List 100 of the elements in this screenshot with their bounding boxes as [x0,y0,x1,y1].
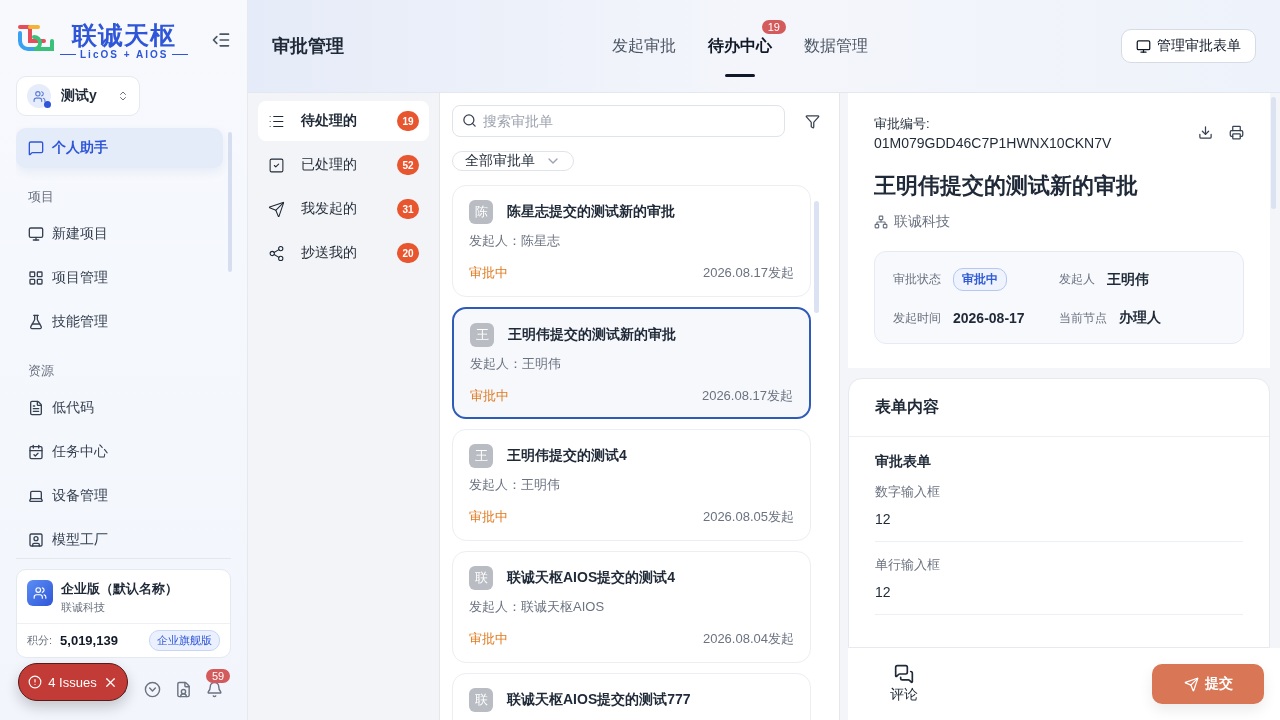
share-icon [268,244,285,262]
count-badge: 31 [397,199,419,219]
approval-card[interactable]: 王 王明伟提交的测试4 发起人：王明伟 审批中 2026.08.05发起 [452,429,811,541]
form-section-title: 审批表单 [875,453,932,471]
search-field[interactable]: 搜索审批单 [452,105,785,137]
count-badge: 19 [397,111,419,131]
filter-icon [804,113,820,129]
info-label: 审批状态 [893,271,941,288]
collapse-icon[interactable] [211,30,231,50]
download-icon[interactable] [1198,125,1213,140]
printer-icon[interactable] [1229,125,1244,140]
face-icon [28,532,44,548]
approval-card[interactable]: 联 联诚天枢AIOS提交的测试4 发起人：联诚天枢AIOS 审批中 2026.08.04发起 [452,551,811,663]
field-label: 数字输入框 [875,483,941,501]
card-title: 陈星志提交的测试新的审批 [507,203,675,221]
chevron-circle-icon[interactable] [144,680,161,698]
avatar: 陈 [469,200,493,224]
field-value: 12 [875,511,892,527]
nav-item[interactable]: 低代码 [16,388,223,428]
field-label: 单行输入框 [875,556,941,574]
nav-item[interactable]: 项目管理 [16,258,223,298]
manage-forms-button[interactable]: 管理审批表单 [1121,29,1256,63]
document-user-icon[interactable] [175,680,192,698]
calendar-icon [28,444,44,460]
date-text: 2026.08.17发起 [701,387,793,405]
nav-item[interactable]: 任务中心 [16,432,223,472]
field-value: 12 [875,584,892,600]
nav-item[interactable]: 新建项目 [16,214,223,254]
count-badge: 20 [397,243,419,263]
filter-dropdown[interactable]: 全部审批单 [452,151,574,171]
flask-icon [28,314,44,330]
info-value: 王明伟 [1107,270,1149,289]
updown-icon [117,90,129,102]
tab-badge: 19 [761,19,786,34]
approval-card[interactable]: 王 王明伟提交的测试新的审批 发起人：王明伟 审批中 2026.08.17发起 [452,307,811,419]
workspace-switcher[interactable]: 测试y [16,76,140,116]
plan-tag: 企业旗舰版 [149,630,220,651]
subnav-item[interactable]: 我发起的 31 [258,189,429,229]
approval-number: 01M079GDD46C7P1HWNX10CKN7V [874,135,1112,151]
status-text: 审批中 [469,630,508,648]
avatar: 联 [469,566,493,590]
page-title: 审批管理 [272,35,345,58]
subnav-item[interactable]: 已处理的 52 [258,145,429,185]
avatar: 王 [469,444,493,468]
enterprise-name: 企业版（默认名称） [61,580,178,598]
org-name: 联诚科技 [894,213,950,231]
subnav-item[interactable]: 待处理的 19 [258,101,429,141]
info-label: 当前节点 [1059,309,1107,327]
org-icon [874,215,888,229]
comment-icon [894,664,914,684]
alert-icon [28,675,43,689]
company-name: 联诚科技 [61,600,106,615]
logo-tagline: LicOS + AIOS [60,48,189,60]
number-label: 审批编号: [874,115,931,133]
nav-item[interactable]: 设备管理 [16,476,223,516]
nav-section-label: 项目 [27,188,55,206]
comment-button[interactable]: 评论 [884,663,924,705]
date-text: 2026.08.04发起 [702,630,794,648]
bell-icon[interactable] [206,680,223,698]
issues-button[interactable]: 4 Issues [18,663,128,701]
date-text: 2026.08.17发起 [702,264,794,282]
card-title: 王明伟提交的测试4 [507,447,627,465]
tab[interactable]: 发起审批 [612,27,676,77]
avatar-icon [27,84,51,108]
send-icon [268,200,285,218]
grid-icon [28,270,44,286]
card-title: 联诚天枢AIOS提交的测试4 [507,569,675,587]
laptop-icon [28,488,44,504]
nav-item[interactable]: 模型工厂 [16,520,223,558]
tab[interactable]: 数据管理 [804,27,868,77]
search-icon [462,113,477,128]
count-badge: 52 [397,155,419,175]
card-title: 联诚天枢AIOS提交的测试777 [507,691,691,709]
status-text: 审批中 [470,387,509,405]
approval-title: 王明伟提交的测试新的审批 [874,172,1139,200]
enterprise-icon [27,580,53,606]
card-title: 王明伟提交的测试新的审批 [508,326,676,344]
points-label: 积分: [27,633,53,648]
chat-icon [28,140,44,156]
nav-item[interactable]: 技能管理 [16,302,223,342]
monitor-icon [28,226,44,242]
monitor-icon [1136,38,1151,54]
subnav-item[interactable]: 抄送我的 20 [258,233,429,273]
approval-card[interactable]: 陈 陈星志提交的测试新的审批 发起人：陈星志 审批中 2026.08.17发起 [452,185,811,297]
info-label: 发起人 [1059,271,1095,288]
nav-item[interactable]: 个人助手 [16,128,223,168]
initiator-text: 发起人：陈星志 [469,232,561,250]
notification-badge: 59 [206,668,231,683]
approval-card[interactable]: 联 联诚天枢AIOS提交的测试777 [452,673,811,720]
checkbox-icon [268,156,285,174]
date-text: 2026.08.05发起 [702,508,794,526]
status-badge: 审批中 [953,268,1007,291]
info-label: 发起时间 [893,309,941,327]
avatar: 联 [469,688,493,712]
document-icon [28,400,44,416]
info-value: 2026-08-17 [953,310,1025,326]
status-text: 审批中 [469,264,508,282]
logo-name: 联诚天枢 [72,20,177,49]
nav-section-label: 资源 [27,362,55,380]
status-text: 审批中 [469,508,508,526]
